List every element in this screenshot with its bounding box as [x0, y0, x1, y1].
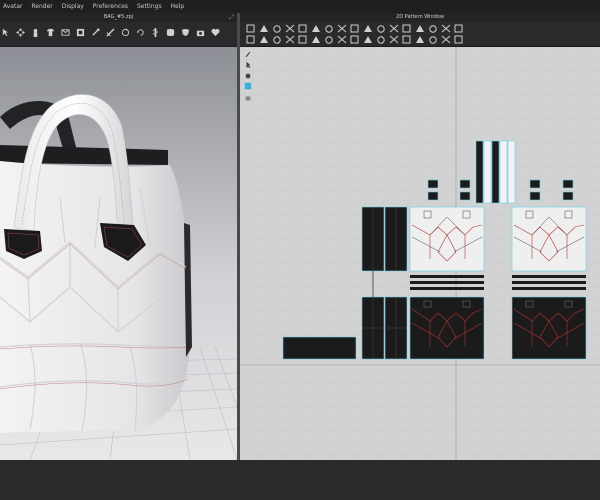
rotate-icon[interactable] — [136, 28, 145, 37]
avatar-icon[interactable] — [31, 28, 40, 37]
move-icon[interactable] — [16, 28, 25, 37]
toolbar-2d — [240, 22, 600, 47]
dart-icon[interactable] — [402, 24, 411, 33]
window-2d-titlebar: 2D Pattern Window — [240, 13, 600, 22]
pattern-strap[interactable] — [475, 140, 516, 204]
shield-icon[interactable] — [181, 28, 190, 37]
measure-icon[interactable] — [106, 28, 115, 37]
rectangle-icon[interactable] — [273, 25, 281, 33]
internal-line-icon[interactable] — [350, 24, 359, 33]
text-icon[interactable] — [402, 35, 411, 44]
gather-icon[interactable] — [273, 36, 281, 44]
menu-item-preferences[interactable]: Preferences — [93, 0, 128, 13]
pattern-canvas — [240, 47, 600, 460]
layout-icon[interactable] — [389, 35, 399, 44]
trace-icon[interactable] — [325, 36, 333, 44]
hand-icon[interactable] — [244, 94, 252, 102]
pin-icon[interactable] — [441, 24, 451, 33]
window-maximize-icon[interactable]: ⤢ — [229, 13, 234, 22]
move-icon[interactable] — [246, 24, 255, 33]
sewing-icon[interactable] — [337, 35, 347, 44]
pattern-front-panel[interactable] — [409, 206, 485, 360]
window-2d-title: 2D Pattern Window — [396, 14, 444, 20]
annotation-icon[interactable] — [429, 25, 437, 33]
fold-icon[interactable] — [61, 28, 70, 37]
brush-icon[interactable] — [244, 50, 252, 58]
lock-icon[interactable] — [260, 36, 268, 43]
toolbar-2d-icons — [246, 24, 463, 44]
pointer-icon[interactable] — [244, 61, 252, 69]
menu-bar: Avatar Render Display Preferences Settin… — [0, 0, 600, 13]
bag-3d-render — [0, 47, 237, 460]
toolbar-3d — [0, 22, 237, 47]
polygon-icon[interactable] — [260, 25, 268, 32]
spline-icon[interactable] — [298, 24, 307, 33]
heart-icon[interactable] — [211, 28, 220, 37]
menu-item-display[interactable]: Display — [62, 0, 84, 13]
garment-icon[interactable] — [46, 28, 55, 37]
curve-edit-icon[interactable] — [298, 35, 307, 44]
symmetric-icon[interactable] — [454, 35, 463, 44]
status-bar — [0, 460, 600, 500]
camera-icon[interactable] — [196, 28, 205, 37]
grading-icon[interactable] — [429, 36, 437, 44]
edit-point-icon[interactable] — [312, 25, 320, 32]
viewport-3d[interactable] — [0, 47, 237, 460]
select-icon[interactable] — [1, 28, 10, 37]
fit-icon[interactable] — [416, 36, 424, 43]
pattern-bottom-strip[interactable] — [282, 336, 357, 360]
check-icon[interactable] — [377, 36, 385, 44]
menu-item-help[interactable]: Help — [171, 0, 185, 13]
tape-icon[interactable] — [285, 35, 295, 44]
zipper-icon[interactable] — [151, 28, 160, 37]
sync-icon[interactable] — [121, 28, 130, 37]
mic-icon[interactable] — [244, 72, 252, 80]
seam-icon[interactable] — [377, 25, 385, 33]
sew-icon[interactable] — [76, 28, 85, 37]
circle-icon[interactable] — [285, 24, 295, 33]
point-icon[interactable] — [337, 24, 347, 33]
select-icon[interactable] — [246, 35, 255, 44]
menu-item-avatar[interactable]: Avatar — [3, 0, 22, 13]
pin-icon[interactable] — [91, 28, 100, 37]
curve-icon[interactable] — [325, 25, 333, 33]
viewport-2d[interactable] — [240, 47, 600, 460]
segment-sew-icon[interactable] — [350, 35, 359, 44]
text-icon[interactable] — [416, 25, 424, 32]
menu-item-render[interactable]: Render — [31, 0, 52, 13]
fabric-icon[interactable] — [166, 28, 175, 37]
zoom-icon[interactable] — [441, 35, 451, 44]
window-3d-title: BAG_#5.zpj — [103, 14, 134, 20]
layers-icon[interactable] — [244, 82, 252, 90]
menu-item-settings[interactable]: Settings — [137, 0, 162, 13]
offset-icon[interactable] — [312, 36, 320, 43]
scissor-icon[interactable] — [364, 25, 372, 32]
ruler-icon[interactable] — [454, 24, 463, 33]
window-3d-titlebar: BAG_#5.zpj ⤢ — [0, 13, 237, 22]
free-sew-icon[interactable] — [364, 36, 372, 43]
side-toolbar-2d — [243, 47, 253, 107]
fold-icon[interactable] — [389, 24, 399, 33]
pattern-back-panel[interactable] — [511, 206, 587, 360]
